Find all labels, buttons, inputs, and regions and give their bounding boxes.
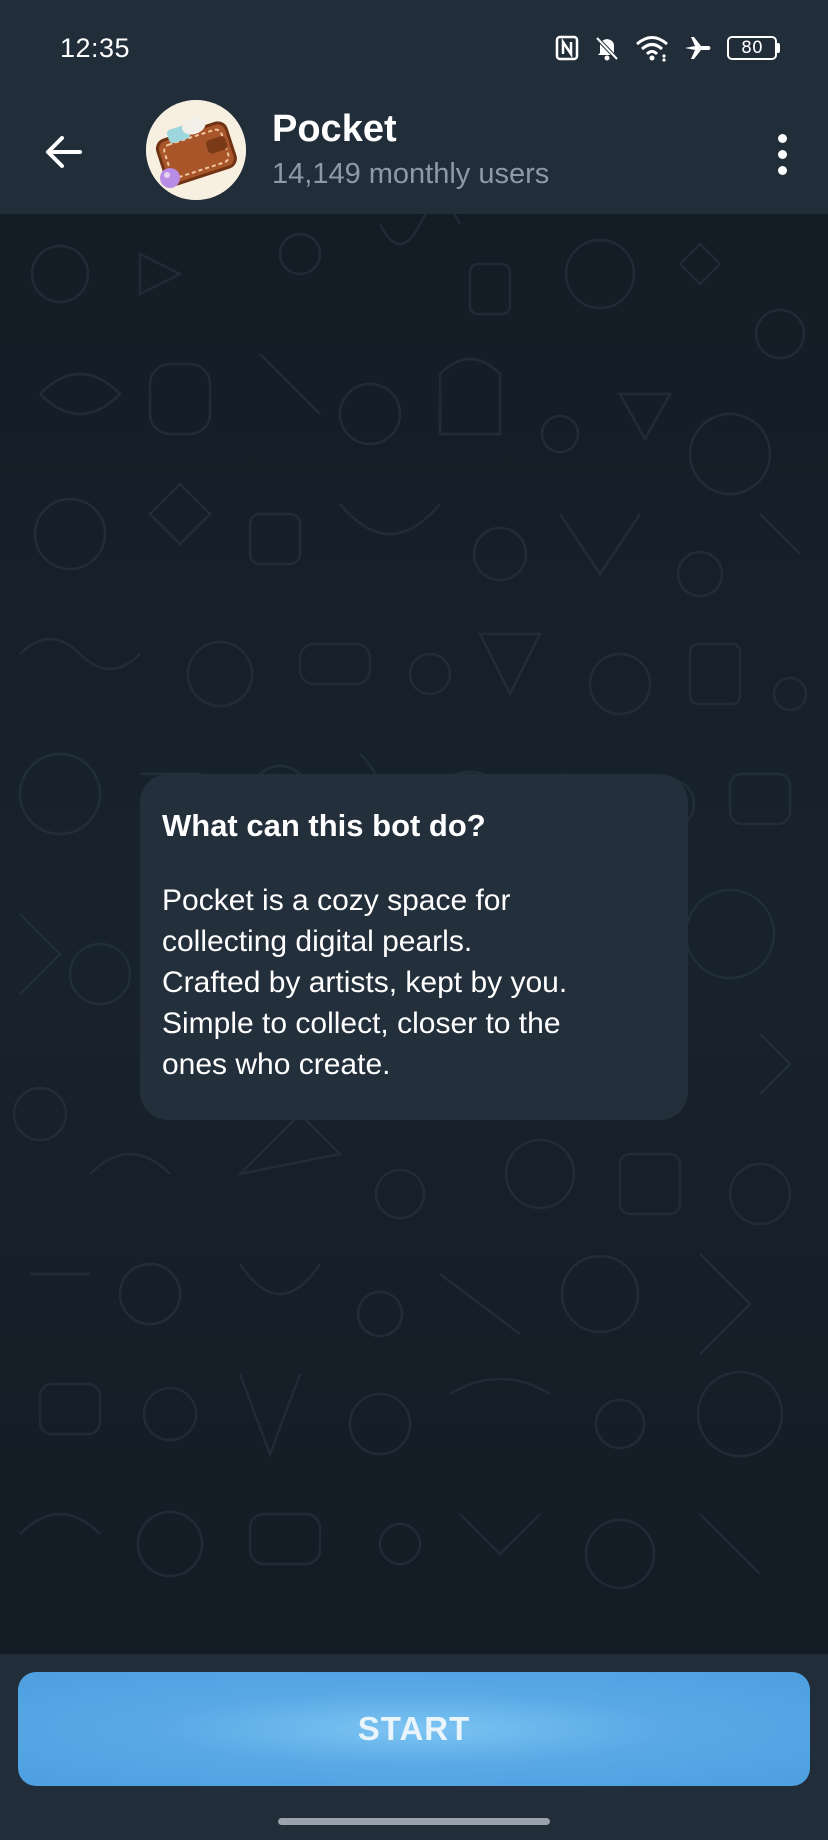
wifi-icon <box>635 34 669 62</box>
bot-avatar[interactable] <box>146 100 246 200</box>
wallet-icon <box>146 100 246 200</box>
back-button[interactable] <box>36 126 92 182</box>
more-vertical-icon <box>777 133 787 143</box>
chat-area[interactable]: What can this bot do? Pocket is a cozy s… <box>0 214 828 1654</box>
bot-info-title: What can this bot do? <box>162 808 486 843</box>
more-options-button[interactable] <box>758 122 806 186</box>
chat-title[interactable]: Pocket <box>272 108 397 151</box>
chat-header: Pocket 14,149 monthly users <box>0 96 828 214</box>
arrow-left-icon <box>44 134 84 175</box>
status-time: 12:35 <box>60 32 131 63</box>
battery-tip <box>777 43 780 53</box>
chat-subtitle: 14,149 monthly users <box>272 158 550 190</box>
status-icons: 80 <box>555 34 780 62</box>
start-button[interactable]: START <box>18 1672 810 1786</box>
nfc-icon <box>555 35 579 61</box>
mute-icon <box>593 34 621 62</box>
bot-info-card: What can this bot do? Pocket is a cozy s… <box>140 774 688 1120</box>
menu-dot <box>777 165 787 175</box>
bottom-bar: START <box>0 1654 828 1840</box>
status-bar: 12:35 80 <box>0 0 828 96</box>
battery-level: 80 <box>727 36 777 60</box>
menu-dot <box>777 149 787 159</box>
battery-indicator: 80 <box>727 36 780 60</box>
airplane-icon <box>683 35 713 61</box>
home-indicator[interactable] <box>278 1818 550 1825</box>
bot-info-description: Pocket is a cozy space for collecting di… <box>162 884 568 1081</box>
